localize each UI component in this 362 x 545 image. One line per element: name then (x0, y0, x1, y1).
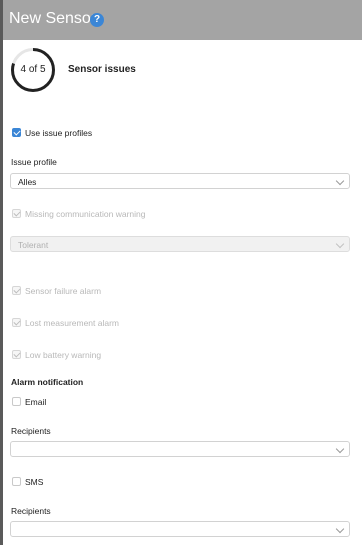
chevron-down-icon (335, 524, 345, 534)
tolerance-value: Tolerant (18, 240, 49, 250)
missing-communication-label: Missing communication warning (25, 209, 146, 219)
sensor-failure-checkbox[interactable] (12, 286, 21, 295)
issue-profile-value: Alles (18, 177, 37, 187)
email-recipients-label: Recipients (11, 426, 51, 436)
sms-label: SMS (25, 477, 44, 487)
missing-communication-checkbox[interactable] (12, 209, 21, 218)
chevron-down-icon (335, 176, 345, 186)
low-battery-checkbox[interactable] (12, 350, 21, 359)
step-counter: 4 of 5 (20, 64, 46, 75)
issue-profile-select[interactable]: Alles (10, 173, 350, 189)
email-recipients-select[interactable] (10, 441, 350, 457)
step-title: Sensor issues (68, 64, 136, 75)
dialog-title: New Sensor (9, 10, 97, 27)
tolerance-select[interactable]: Tolerant (10, 236, 350, 252)
lost-measurement-label: Lost measurement alarm (25, 318, 120, 328)
lost-measurement-checkbox[interactable] (12, 318, 21, 327)
dialog-header: New Sensor ? (0, 0, 362, 40)
use-issue-profiles-checkbox[interactable] (12, 128, 21, 137)
email-checkbox[interactable] (12, 397, 21, 406)
email-label: Email (25, 397, 47, 407)
sms-checkbox[interactable] (12, 477, 21, 486)
issue-profile-label: Issue profile (11, 157, 57, 167)
sms-recipients-label: Recipients (11, 506, 51, 516)
sms-recipients-select[interactable] (10, 521, 350, 537)
help-icon[interactable]: ? (90, 13, 104, 27)
chevron-down-icon (335, 444, 345, 454)
low-battery-label: Low battery warning (25, 350, 102, 360)
use-issue-profiles-label: Use issue profiles (25, 128, 93, 138)
sensor-failure-label: Sensor failure alarm (25, 286, 102, 296)
chevron-down-icon (335, 239, 345, 249)
alarm-notification-heading: Alarm notification (11, 377, 84, 387)
